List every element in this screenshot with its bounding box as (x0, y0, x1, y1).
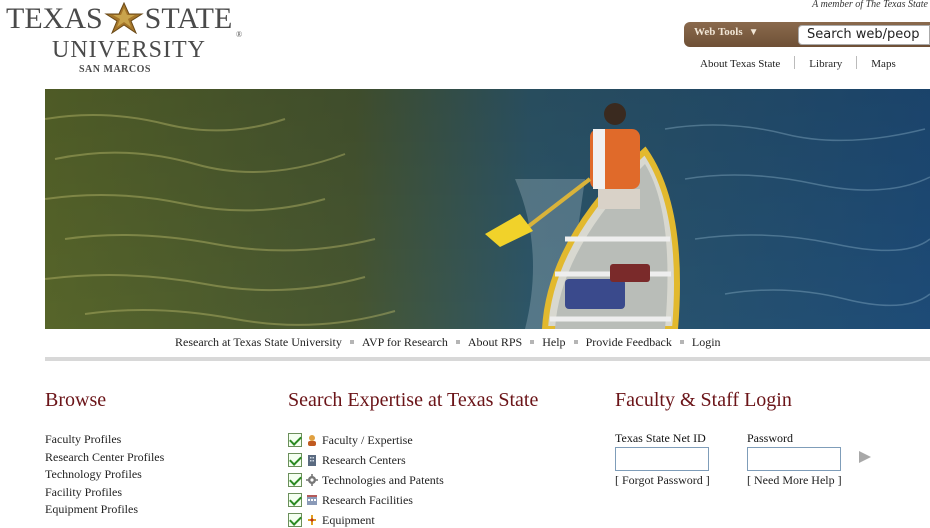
bullet (679, 340, 684, 345)
top-link-about[interactable]: About Texas State (700, 58, 780, 70)
facilities-checkbox[interactable] (288, 493, 302, 507)
gear-icon (306, 474, 318, 486)
hero-image (45, 89, 930, 329)
web-tools-button[interactable]: Web Tools ▼ (694, 26, 759, 38)
nav-help[interactable]: Help (542, 335, 565, 349)
browse-facility-profiles[interactable]: Facility Profiles (45, 484, 164, 502)
browse-equipment-profiles[interactable]: Equipment Profiles (45, 501, 164, 519)
top-link-library[interactable]: Library (809, 58, 842, 70)
top-link-maps[interactable]: Maps (871, 58, 895, 70)
web-tools-label: Web Tools (694, 26, 743, 38)
login-title: Faculty & Staff Login (615, 389, 792, 411)
logo-university: UNIVERSITY (52, 37, 206, 63)
forgot-password-link[interactable]: [ Forgot Password ] (615, 473, 710, 488)
divider (856, 56, 858, 69)
search-option-label: Research Facilities (322, 492, 413, 507)
search-input[interactable]: Search web/peop (798, 25, 930, 45)
centers-checkbox[interactable] (288, 453, 302, 467)
netid-input[interactable] (615, 447, 709, 471)
star-icon (103, 2, 144, 34)
search-expertise-title: Search Expertise at Texas State (288, 389, 539, 411)
building-icon (306, 454, 318, 466)
faculty-checkbox[interactable] (288, 433, 302, 447)
login-submit-arrow-icon[interactable] (859, 451, 871, 463)
browse-list: Faculty Profiles Research Center Profile… (45, 431, 164, 519)
technologies-checkbox[interactable] (288, 473, 302, 487)
equipment-checkbox[interactable] (288, 513, 302, 527)
nav-feedback[interactable]: Provide Feedback (586, 335, 672, 349)
bullet (349, 340, 354, 345)
search-option-faculty: Faculty / Expertise (288, 430, 444, 450)
bullet (530, 340, 535, 345)
main-nav: Research at Texas State University AVP fo… (175, 335, 721, 350)
search-option-technologies: Technologies and Patents (288, 470, 444, 490)
divider (794, 56, 796, 69)
search-option-facilities: Research Facilities (288, 490, 444, 510)
equipment-icon (306, 514, 318, 526)
search-options: Faculty / Expertise Research Centers Tec… (288, 430, 444, 528)
logo-text-right: STATE (144, 2, 233, 35)
university-logo[interactable]: TEXAS STATE ® UNIVERSITY SAN MARCOS (0, 0, 250, 80)
chevron-down-icon: ▼ (748, 27, 759, 38)
browse-research-center-profiles[interactable]: Research Center Profiles (45, 449, 164, 467)
nav-avp[interactable]: AVP for Research (362, 335, 448, 349)
search-option-equipment: Equipment (288, 510, 444, 528)
need-help-link[interactable]: [ Need More Help ] (747, 473, 842, 488)
search-option-label: Equipment (322, 512, 375, 527)
browse-technology-profiles[interactable]: Technology Profiles (45, 466, 164, 484)
bullet (573, 340, 578, 345)
browse-title: Browse (45, 389, 107, 411)
top-links: About Texas State Library Maps (700, 56, 896, 70)
person-icon (306, 434, 318, 446)
divider (45, 357, 930, 361)
logo-text-left: TEXAS (6, 2, 103, 35)
member-text: A member of The Texas State (812, 0, 928, 10)
nav-about-rps[interactable]: About RPS (468, 335, 522, 349)
bullet (455, 340, 460, 345)
nav-login[interactable]: Login (692, 335, 721, 349)
search-option-centers: Research Centers (288, 450, 444, 470)
password-input[interactable] (747, 447, 841, 471)
nav-research[interactable]: Research at Texas State University (175, 335, 342, 349)
search-option-label: Technologies and Patents (322, 472, 444, 487)
search-option-label: Faculty / Expertise (322, 432, 413, 447)
facility-icon (306, 494, 318, 506)
search-option-label: Research Centers (322, 452, 406, 467)
web-tools-bar: Web Tools ▼ Search web/peop (684, 22, 930, 47)
browse-faculty-profiles[interactable]: Faculty Profiles (45, 431, 164, 449)
logo-campus: SAN MARCOS (79, 64, 151, 75)
netid-label: Texas State Net ID (615, 431, 706, 445)
password-label: Password (747, 431, 794, 445)
registered-mark: ® (236, 30, 243, 39)
